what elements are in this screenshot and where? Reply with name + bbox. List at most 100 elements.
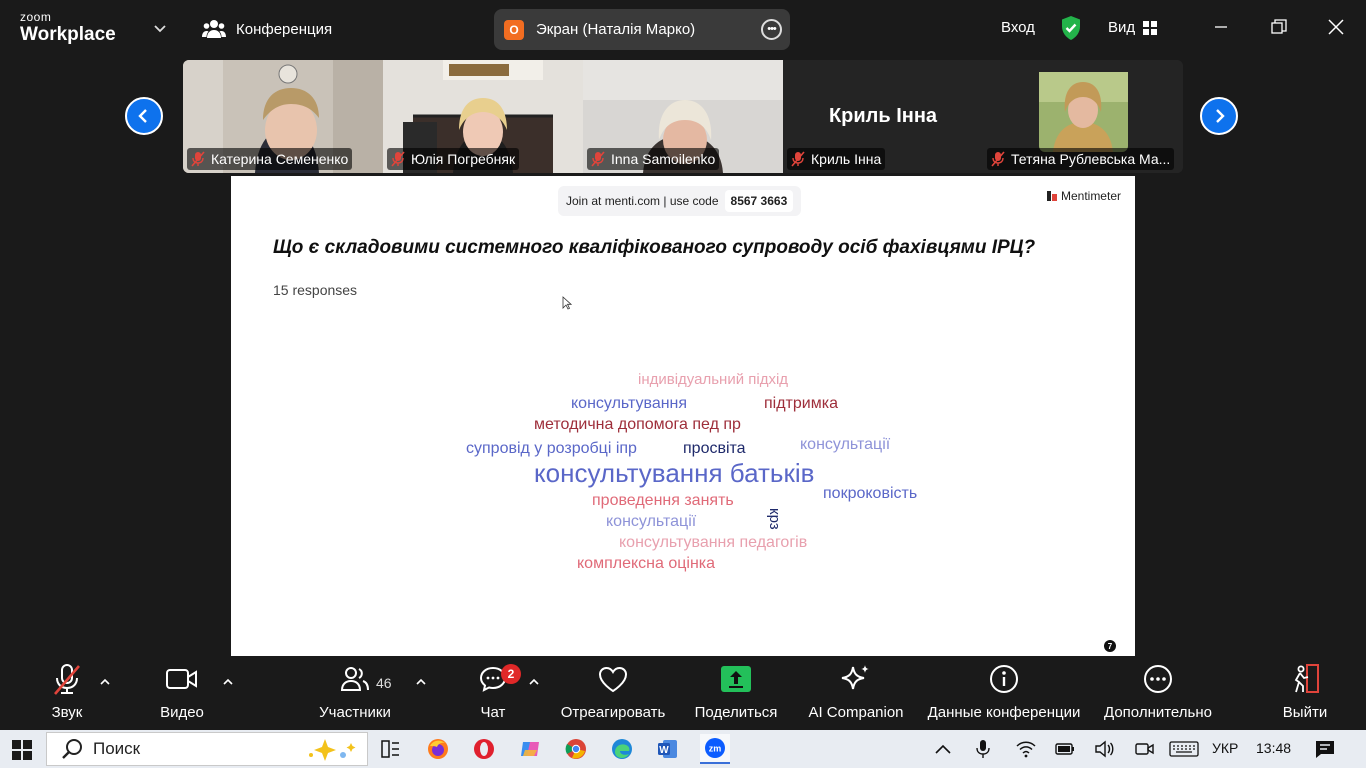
participant-name-tag: Катерина Семененко — [187, 148, 353, 170]
windows-start-icon[interactable] — [12, 740, 32, 760]
participant-tile[interactable]: Криль Інна Криль Інна — [783, 60, 983, 173]
responses-count: 15 responses — [273, 282, 358, 298]
task-view-icon[interactable] — [375, 734, 405, 764]
meeting-info-button[interactable]: Данные конференции — [925, 656, 1083, 730]
svg-text:zm: zm — [709, 744, 722, 754]
close-icon[interactable] — [1325, 16, 1347, 38]
participant-tile[interactable]: Юлія Погребняк — [383, 60, 583, 173]
muted-mic-icon — [191, 151, 205, 167]
chevron-down-icon[interactable] — [152, 20, 168, 36]
meeting-toolbar: Звук Видео Участники 46 2 Чат Отреагиров… — [0, 656, 1366, 730]
chevron-up-icon[interactable] — [222, 676, 234, 688]
participant-name: Юлія Погребняк — [411, 151, 516, 167]
sparkle-icon — [841, 665, 869, 690]
video-camera-icon — [166, 669, 197, 689]
participant-tile[interactable]: Тетяна Рублевська Ма... — [983, 60, 1183, 173]
opera-icon[interactable] — [469, 734, 499, 764]
participant-name-tag: Криль Інна — [787, 148, 886, 170]
speaker-icon[interactable] — [1094, 740, 1114, 758]
edge-icon[interactable] — [607, 734, 637, 764]
participant-strip: Катерина Семененко Юлія Погребняк Inna S… — [183, 60, 1183, 173]
shield-icon[interactable] — [1060, 15, 1082, 41]
shared-screen: Join at menti.com | use code 8567 3663 M… — [231, 176, 1135, 656]
participant-tile[interactable]: Катерина Семененко — [183, 60, 383, 173]
participant-name: Катерина Семененко — [211, 151, 349, 167]
notification-icon[interactable] — [1315, 739, 1335, 759]
battery-icon[interactable] — [1055, 742, 1075, 756]
chat-button[interactable]: 2 Чат — [475, 656, 521, 730]
mouse-cursor-icon — [562, 296, 572, 310]
participant-tile[interactable]: Inna Samoilenko — [583, 60, 783, 173]
word-cloud-item: консультації — [606, 513, 697, 530]
conference-label: Конференция — [236, 20, 333, 38]
info-label: Данные конференции — [927, 704, 1081, 721]
audio-button[interactable]: Звук — [44, 656, 90, 730]
chevron-right-icon — [1216, 109, 1225, 123]
microphone-icon[interactable] — [976, 739, 990, 759]
brand-label: Mentimeter — [1060, 189, 1121, 203]
conference-button[interactable]: Конференция — [202, 16, 332, 42]
zoom-logo: zoom Workplace — [20, 11, 116, 44]
keyboard-icon[interactable] — [1169, 741, 1199, 757]
input-language[interactable]: УКР — [1212, 740, 1238, 756]
word-cloud-item: покроковість — [823, 485, 918, 502]
view-button[interactable]: Вид — [1108, 19, 1158, 36]
chevron-up-icon[interactable] — [415, 676, 427, 688]
logo-line2: Workplace — [20, 24, 116, 45]
muted-mic-icon — [991, 151, 1005, 167]
camera-tray-icon[interactable] — [1135, 740, 1155, 758]
search-icon — [62, 739, 82, 759]
question-title: Що є складовими системного кваліфіковано… — [273, 237, 1036, 258]
muted-mic-icon — [791, 151, 805, 167]
screen-share-indicator[interactable]: O Экран (Наталія Марко) ••• — [494, 9, 790, 50]
heart-icon — [598, 666, 628, 693]
participant-name: Криль Інна — [811, 151, 882, 167]
ai-companion-button[interactable]: AI Companion — [807, 656, 905, 730]
chevron-up-icon[interactable] — [99, 676, 111, 688]
next-page-button[interactable] — [1200, 97, 1238, 135]
participant-name-tag: Inna Samoilenko — [587, 148, 720, 170]
word-cloud-item: супровід у розробці іпр — [466, 440, 637, 457]
more-button[interactable]: Дополнительно — [1102, 656, 1214, 730]
participants-button[interactable]: Участники — [314, 656, 396, 730]
copilot-icon[interactable] — [515, 734, 545, 764]
chrome-icon[interactable] — [561, 734, 591, 764]
muted-mic-icon — [391, 151, 405, 167]
video-button[interactable]: Видео — [156, 656, 208, 730]
svg-text:W: W — [659, 745, 669, 756]
windows-taskbar: Поиск W zm УКР 13:48 — [0, 730, 1366, 768]
participant-name: Inna Samoilenko — [611, 151, 716, 167]
word-icon[interactable]: W — [653, 734, 683, 764]
leave-button[interactable]: Выйти — [1282, 656, 1328, 730]
search-highlight-icon — [309, 739, 356, 761]
word-cloud-item: крз — [766, 508, 783, 530]
chevron-up-icon[interactable] — [934, 742, 952, 756]
zoom-taskbar-icon[interactable]: zm — [700, 734, 730, 764]
participant-avatar — [1039, 72, 1128, 152]
screen-label: Экран (Наталія Марко) — [536, 21, 696, 38]
more-options-icon[interactable]: ••• — [761, 19, 782, 40]
previous-page-button[interactable] — [125, 97, 163, 135]
login-button[interactable]: Вход — [1001, 19, 1035, 36]
ai-label: AI Companion — [808, 704, 904, 721]
wifi-icon[interactable] — [1016, 740, 1036, 758]
share-label: Поделиться — [694, 704, 778, 721]
taskbar-search[interactable]: Поиск — [46, 732, 368, 766]
participants-count: 46 — [376, 675, 392, 691]
firefox-icon[interactable] — [423, 734, 453, 764]
react-button[interactable]: Отреагировать — [559, 656, 667, 730]
share-screen-button[interactable]: Поделиться — [693, 656, 779, 730]
restore-icon[interactable] — [1268, 16, 1290, 38]
join-code: 8567 3663 — [724, 190, 794, 212]
clock[interactable]: 13:48 — [1256, 740, 1291, 756]
video-label: Видео — [160, 704, 204, 721]
search-placeholder: Поиск — [93, 739, 141, 758]
minimize-icon[interactable] — [1210, 16, 1232, 38]
join-banner: Join at menti.com | use code 8567 3663 — [558, 186, 802, 216]
audio-label: Звук — [51, 704, 83, 721]
grid-view-icon — [1143, 20, 1158, 35]
mentimeter-logo-icon — [1046, 191, 1057, 201]
join-text: Join at menti.com | use code — [566, 194, 719, 208]
chevron-up-icon[interactable] — [528, 676, 540, 688]
view-label: Вид — [1108, 19, 1136, 36]
